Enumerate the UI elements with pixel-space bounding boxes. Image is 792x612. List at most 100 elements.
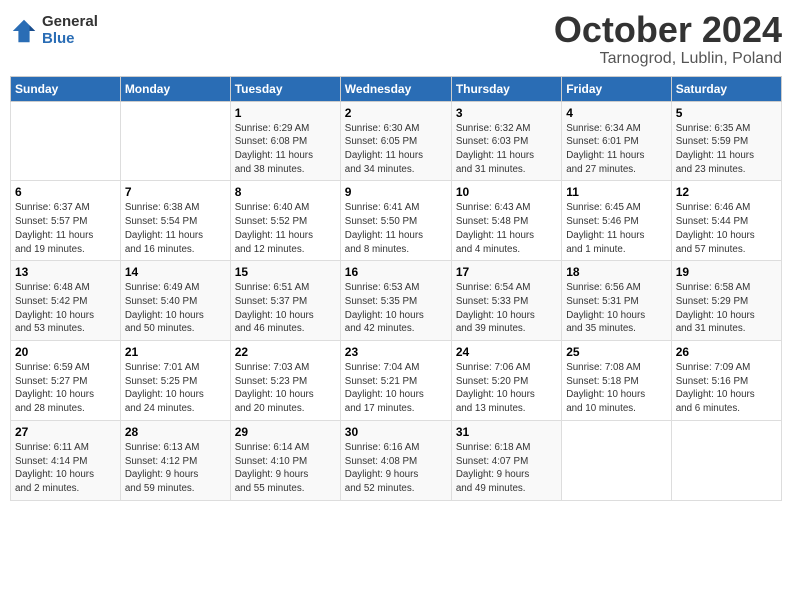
day-number: 27 [15,425,116,439]
calendar-cell [562,420,672,500]
weekday-header-wednesday: Wednesday [340,76,451,101]
calendar-cell: 30Sunrise: 6:16 AM Sunset: 4:08 PM Dayli… [340,420,451,500]
day-number: 11 [566,185,667,199]
day-number: 29 [235,425,336,439]
day-info: Sunrise: 6:46 AM Sunset: 5:44 PM Dayligh… [676,202,755,254]
day-number: 21 [125,345,226,359]
weekday-header-sunday: Sunday [11,76,121,101]
weekday-header-monday: Monday [120,76,230,101]
day-info: Sunrise: 6:45 AM Sunset: 5:46 PM Dayligh… [566,202,644,254]
day-info: Sunrise: 6:14 AM Sunset: 4:10 PM Dayligh… [235,442,310,494]
calendar-cell: 24 Sunrise: 7:06 AM Sunset: 5:20 PM Dayli… [451,341,561,421]
calendar-cell: 3Sunrise: 6:32 AM Sunset: 6:03 PM Daylig… [451,101,561,181]
calendar-cell [671,420,781,500]
day-number: 20 [15,345,116,359]
calendar-cell: 5 Sunrise: 6:35 AM Sunset: 5:59 PM Daylig… [671,101,781,181]
day-info: Sunrise: 7:09 AM Sunset: 5:16 PM Dayligh… [676,362,755,414]
day-number: 24 [456,345,557,359]
day-number: 12 [676,185,777,199]
day-info: Sunrise: 6:54 AM Sunset: 5:33 PM Dayligh… [456,282,535,334]
calendar-cell: 4Sunrise: 6:34 AM Sunset: 6:01 PM Daylig… [562,101,672,181]
day-info: Sunrise: 6:43 AM Sunset: 5:48 PM Dayligh… [456,202,534,254]
logo-general-text: General [42,14,98,31]
day-number: 23 [345,345,447,359]
calendar-cell: 13 Sunrise: 6:48 AM Sunset: 5:42 PM Dayli… [11,261,121,341]
day-info: Sunrise: 6:13 AM Sunset: 4:12 PM Dayligh… [125,442,200,494]
calendar-cell: 20 Sunrise: 6:59 AM Sunset: 5:27 PM Dayli… [11,341,121,421]
calendar-cell: 16Sunrise: 6:53 AM Sunset: 5:35 PM Dayli… [340,261,451,341]
calendar-cell: 18 Sunrise: 6:56 AM Sunset: 5:31 PM Dayli… [562,261,672,341]
logo-text: General Blue [42,14,98,47]
day-number: 14 [125,265,226,279]
day-info: Sunrise: 6:40 AM Sunset: 5:52 PM Dayligh… [235,202,313,254]
day-info: Sunrise: 6:58 AM Sunset: 5:29 PM Dayligh… [676,282,755,334]
day-number: 26 [676,345,777,359]
logo: General Blue [10,14,98,47]
day-info: Sunrise: 6:49 AM Sunset: 5:40 PM Dayligh… [125,282,204,334]
day-number: 9 [345,185,447,199]
day-number: 28 [125,425,226,439]
day-info: Sunrise: 7:04 AM Sunset: 5:21 PM Dayligh… [345,362,424,414]
day-number: 13 [15,265,116,279]
day-info: Sunrise: 6:11 AM Sunset: 4:14 PM Dayligh… [15,442,94,494]
day-number: 5 [676,106,777,120]
calendar-cell: 25Sunrise: 7:08 AM Sunset: 5:18 PM Dayli… [562,341,672,421]
day-number: 6 [15,185,116,199]
day-info: Sunrise: 6:48 AM Sunset: 5:42 PM Dayligh… [15,282,94,334]
title-section: October 2024 Tarnogrod, Lublin, Poland [554,10,782,68]
day-info: Sunrise: 6:51 AM Sunset: 5:37 PM Dayligh… [235,282,314,334]
logo-icon [10,17,38,45]
day-info: Sunrise: 6:38 AM Sunset: 5:54 PM Dayligh… [125,202,203,254]
calendar-week-row: 1 Sunrise: 6:29 AM Sunset: 6:08 PM Daylig… [11,101,782,181]
header: General Blue October 2024 Tarnogrod, Lub… [10,10,782,68]
day-number: 31 [456,425,557,439]
calendar-cell: 15 Sunrise: 6:51 AM Sunset: 5:37 PM Dayli… [230,261,340,341]
calendar-cell: 26 Sunrise: 7:09 AM Sunset: 5:16 PM Dayli… [671,341,781,421]
calendar-cell: 31 Sunrise: 6:18 AM Sunset: 4:07 PM Dayli… [451,420,561,500]
calendar-cell: 7Sunrise: 6:38 AM Sunset: 5:54 PM Daylig… [120,181,230,261]
calendar-cell: 17 Sunrise: 6:54 AM Sunset: 5:33 PM Dayli… [451,261,561,341]
calendar-cell: 12 Sunrise: 6:46 AM Sunset: 5:44 PM Dayli… [671,181,781,261]
weekday-header-row: SundayMondayTuesdayWednesdayThursdayFrid… [11,76,782,101]
day-number: 10 [456,185,557,199]
calendar-week-row: 27 Sunrise: 6:11 AM Sunset: 4:14 PM Dayli… [11,420,782,500]
day-number: 17 [456,265,557,279]
calendar-cell: 21 Sunrise: 7:01 AM Sunset: 5:25 PM Dayli… [120,341,230,421]
calendar-cell: 29 Sunrise: 6:14 AM Sunset: 4:10 PM Dayli… [230,420,340,500]
calendar-cell: 19 Sunrise: 6:58 AM Sunset: 5:29 PM Dayli… [671,261,781,341]
day-number: 15 [235,265,336,279]
day-number: 1 [235,106,336,120]
day-number: 19 [676,265,777,279]
calendar-cell: 23 Sunrise: 7:04 AM Sunset: 5:21 PM Dayli… [340,341,451,421]
day-info: Sunrise: 6:30 AM Sunset: 6:05 PM Dayligh… [345,123,423,175]
calendar-week-row: 6Sunrise: 6:37 AM Sunset: 5:57 PM Daylig… [11,181,782,261]
day-info: Sunrise: 6:29 AM Sunset: 6:08 PM Dayligh… [235,123,313,175]
calendar-week-row: 20 Sunrise: 6:59 AM Sunset: 5:27 PM Dayli… [11,341,782,421]
day-info: Sunrise: 6:34 AM Sunset: 6:01 PM Dayligh… [566,123,644,175]
calendar-cell: 8 Sunrise: 6:40 AM Sunset: 5:52 PM Daylig… [230,181,340,261]
logo-blue-text: Blue [42,31,98,48]
day-number: 22 [235,345,336,359]
day-info: Sunrise: 6:56 AM Sunset: 5:31 PM Dayligh… [566,282,645,334]
day-number: 3 [456,106,557,120]
weekday-header-saturday: Saturday [671,76,781,101]
calendar-cell [120,101,230,181]
day-number: 16 [345,265,447,279]
day-info: Sunrise: 6:59 AM Sunset: 5:27 PM Dayligh… [15,362,94,414]
day-info: Sunrise: 6:35 AM Sunset: 5:59 PM Dayligh… [676,123,754,175]
calendar-cell: 28 Sunrise: 6:13 AM Sunset: 4:12 PM Dayli… [120,420,230,500]
calendar-cell: 27 Sunrise: 6:11 AM Sunset: 4:14 PM Dayli… [11,420,121,500]
day-number: 8 [235,185,336,199]
day-info: Sunrise: 6:16 AM Sunset: 4:08 PM Dayligh… [345,442,420,494]
day-number: 18 [566,265,667,279]
weekday-header-tuesday: Tuesday [230,76,340,101]
calendar-cell: 10 Sunrise: 6:43 AM Sunset: 5:48 PM Dayli… [451,181,561,261]
day-info: Sunrise: 6:18 AM Sunset: 4:07 PM Dayligh… [456,442,531,494]
calendar-cell: 2Sunrise: 6:30 AM Sunset: 6:05 PM Daylig… [340,101,451,181]
month-title: October 2024 [554,10,782,50]
day-info: Sunrise: 7:01 AM Sunset: 5:25 PM Dayligh… [125,362,204,414]
day-number: 25 [566,345,667,359]
calendar-cell: 9Sunrise: 6:41 AM Sunset: 5:50 PM Daylig… [340,181,451,261]
day-info: Sunrise: 7:06 AM Sunset: 5:20 PM Dayligh… [456,362,535,414]
calendar-week-row: 13 Sunrise: 6:48 AM Sunset: 5:42 PM Dayli… [11,261,782,341]
